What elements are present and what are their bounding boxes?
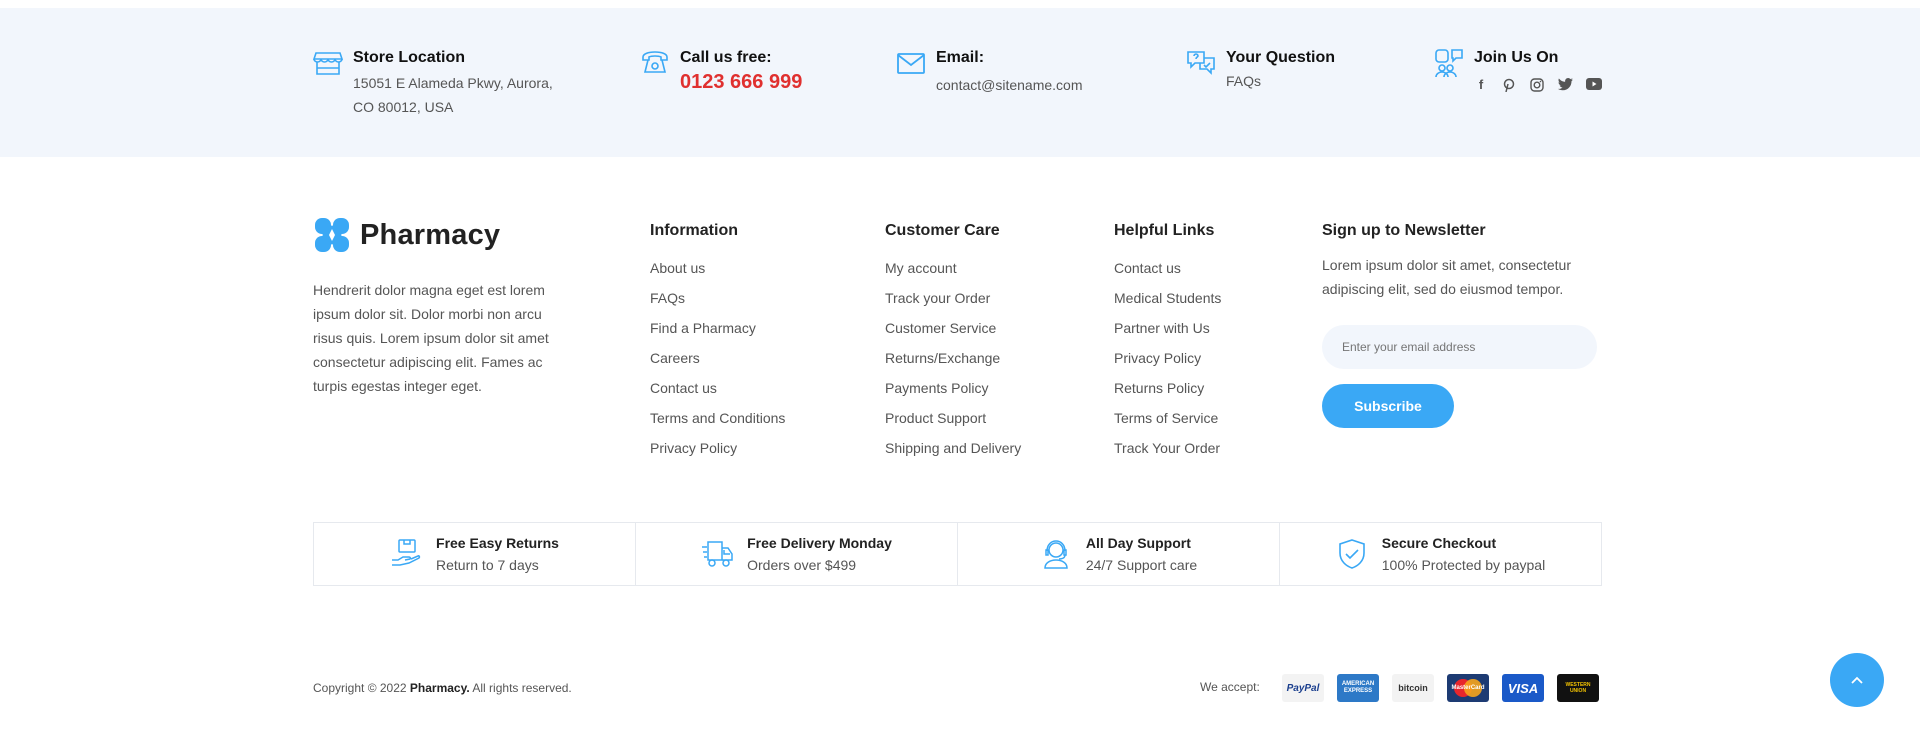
information-heading: Information (650, 222, 738, 239)
store-icon (313, 52, 343, 75)
youtube-icon[interactable] (1586, 78, 1602, 92)
we-accept-label: We accept: (1200, 680, 1260, 694)
call-us: Call us free: 0123 666 999 (640, 48, 802, 95)
footer-link[interactable]: Contact us (1114, 259, 1221, 277)
your-question: Your Question FAQs (1186, 48, 1335, 93)
store-address-line2: CO 80012, USA (353, 99, 454, 115)
footer-link[interactable]: Privacy Policy (1114, 349, 1221, 367)
mastercard-card: MasterCard (1447, 674, 1489, 702)
call-us-title: Call us free: (680, 49, 772, 66)
footer-link[interactable]: FAQs (650, 289, 785, 307)
instagram-icon[interactable] (1530, 78, 1544, 92)
newsletter-heading: Sign up to Newsletter (1322, 222, 1486, 239)
features-strip: Free Easy Returns Return to 7 days Free … (313, 522, 1602, 586)
pinterest-icon[interactable] (1502, 78, 1516, 93)
support-agent-icon (1044, 540, 1068, 569)
footer-link[interactable]: Terms of Service (1114, 409, 1221, 427)
copyright-brand: Pharmacy. (409, 681, 470, 695)
subscribe-button[interactable]: Subscribe (1322, 384, 1454, 428)
footer-link[interactable]: Shipping and Delivery (885, 439, 1021, 457)
faqs-link[interactable]: FAQs (1226, 69, 1335, 93)
shield-check-icon (1338, 539, 1365, 569)
footer-link[interactable]: Payments Policy (885, 379, 1021, 397)
footer-link[interactable]: Privacy Policy (650, 439, 785, 457)
footer-link[interactable]: Track Your Order (1114, 439, 1221, 457)
brand-description: Hendrerit dolor magna eget est lorem ips… (313, 282, 549, 394)
feature-item: Free Easy Returns Return to 7 days (314, 523, 636, 585)
footer-link[interactable]: Customer Service (885, 319, 1021, 337)
mastercard-label: MasterCard (1451, 685, 1485, 691)
hand-box-icon (392, 539, 421, 566)
payment-methods: PayPal AMERICAN EXPRESS bitcoin MasterCa… (1282, 674, 1599, 702)
email-title: Email: (936, 49, 985, 66)
feature-subtitle: 100% Protected by paypal (1381, 557, 1546, 573)
store-location-title: Store Location (353, 49, 466, 66)
information-column: Information About us FAQs Find a Pharmac… (650, 221, 785, 469)
copyright-prefix: Copyright © 2022 (313, 681, 407, 695)
footer-link[interactable]: Returns Policy (1114, 379, 1221, 397)
footer-link[interactable]: Track your Order (885, 289, 1021, 307)
email-address[interactable]: contact@sitename.com (936, 73, 1083, 97)
your-question-title: Your Question (1226, 49, 1336, 66)
footer-link[interactable]: Product Support (885, 409, 1021, 427)
brand-logo[interactable]: Pharmacy (313, 216, 500, 254)
brand-name: Pharmacy (360, 218, 501, 251)
amex-card: AMERICAN EXPRESS (1337, 674, 1379, 702)
feature-item: Secure Checkout 100% Protected by paypal (1280, 523, 1601, 585)
join-us: Join Us On f (1434, 48, 1602, 93)
footer-link[interactable]: My account (885, 259, 1021, 277)
paypal-card: PayPal (1282, 674, 1324, 702)
scroll-to-top-button[interactable] (1830, 653, 1884, 707)
footer-link[interactable]: Returns/Exchange (885, 349, 1021, 367)
footer-link[interactable]: Terms and Conditions (650, 409, 785, 427)
facebook-icon[interactable]: f (1474, 78, 1488, 92)
footer-link[interactable]: About us (650, 259, 785, 277)
feature-subtitle: 24/7 Support care (1085, 557, 1198, 573)
community-icon (1435, 49, 1463, 78)
visa-card: VISA (1502, 674, 1544, 702)
copyright: Copyright © 2022 Pharmacy. All rights re… (313, 681, 572, 695)
footer-link[interactable]: Find a Pharmacy (650, 319, 785, 337)
newsletter-section: Sign up to Newsletter Lorem ipsum dolor … (1322, 221, 1602, 428)
footer-link[interactable]: Partner with Us (1114, 319, 1221, 337)
newsletter-email-input[interactable] (1322, 325, 1597, 369)
email-info: Email: contact@sitename.com (896, 48, 1083, 97)
social-links: f (1474, 78, 1602, 93)
newsletter-text: Lorem ipsum dolor sit amet, consectetur … (1322, 257, 1571, 297)
feature-subtitle: Return to 7 days (436, 557, 539, 573)
chat-question-icon (1187, 51, 1215, 75)
join-us-title: Join Us On (1474, 49, 1559, 66)
copyright-suffix: All rights reserved. (472, 681, 572, 695)
chevron-up-icon (1851, 676, 1863, 684)
footer-link[interactable]: Medical Students (1114, 289, 1221, 307)
footer-link[interactable]: Careers (650, 349, 785, 367)
store-address-line1: 15051 E Alameda Pkwy, Aurora, (353, 75, 553, 91)
bitcoin-card: bitcoin (1392, 674, 1434, 702)
feature-title: Secure Checkout (1381, 535, 1497, 551)
customer-care-column: Customer Care My account Track your Orde… (885, 221, 1021, 469)
western-union-card: WESTERN UNION (1557, 674, 1599, 702)
truck-icon (702, 541, 733, 567)
pharmacy-logo-icon (315, 218, 349, 252)
phone-icon (642, 51, 668, 73)
feature-title: Free Easy Returns (436, 535, 559, 551)
helpful-links-column: Helpful Links Contact us Medical Student… (1114, 221, 1221, 469)
feature-subtitle: Orders over $499 (747, 557, 857, 573)
feature-item: All Day Support 24/7 Support care (958, 523, 1280, 585)
helpful-links-heading: Helpful Links (1114, 222, 1215, 239)
customer-care-heading: Customer Care (885, 222, 1000, 239)
store-location: Store Location 15051 E Alameda Pkwy, Aur… (313, 48, 553, 119)
phone-number[interactable]: 0123 666 999 (680, 69, 802, 95)
feature-title: All Day Support (1085, 535, 1191, 551)
envelope-icon (897, 53, 925, 74)
feature-item: Free Delivery Monday Orders over $499 (636, 523, 958, 585)
twitter-icon[interactable] (1558, 78, 1573, 92)
feature-title: Free Delivery Monday (747, 535, 892, 551)
footer-link[interactable]: Contact us (650, 379, 785, 397)
